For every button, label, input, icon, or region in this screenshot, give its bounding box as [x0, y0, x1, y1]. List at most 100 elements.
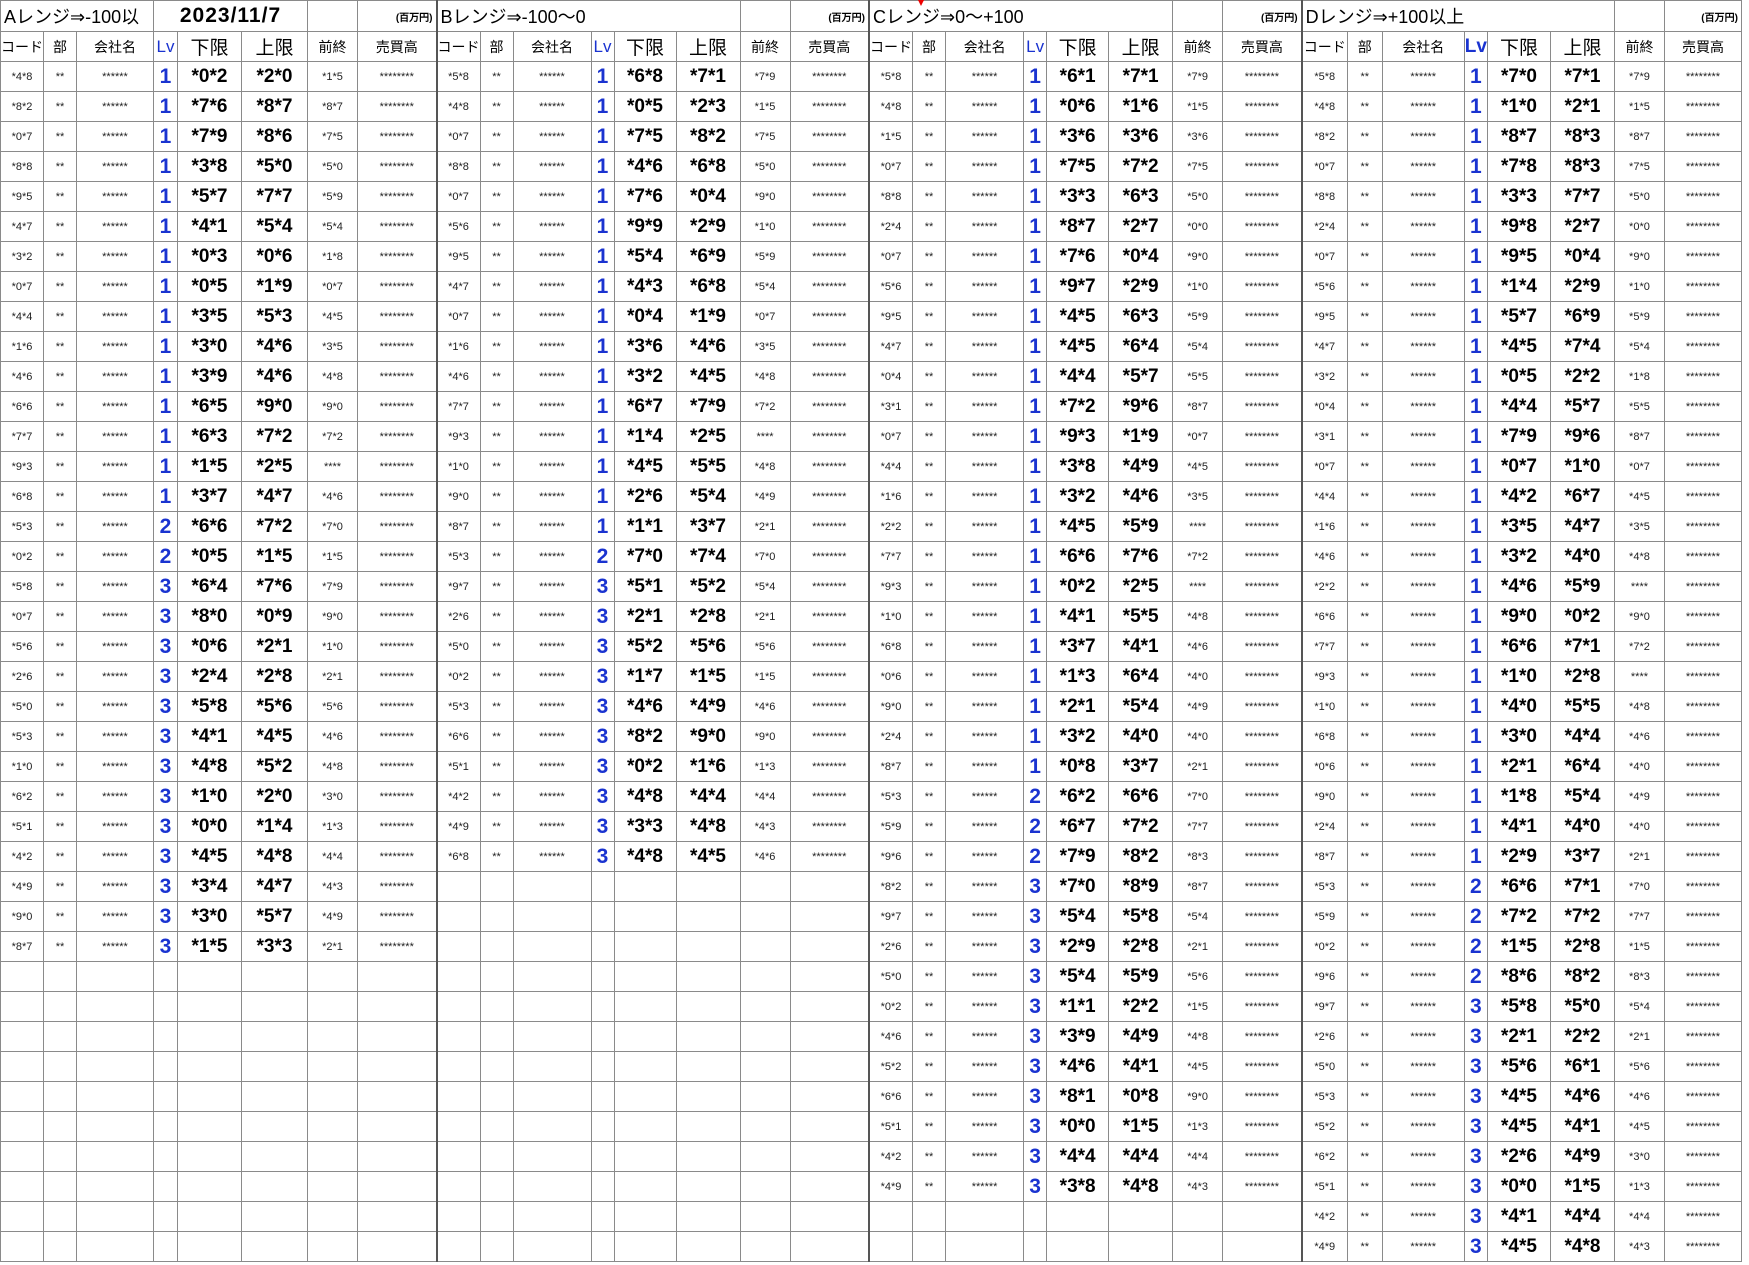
empty-cell[interactable] — [177, 1081, 242, 1112]
prev-cell[interactable]: *7*9 — [739, 61, 791, 92]
empty-cell[interactable] — [153, 1171, 178, 1202]
code-cell[interactable]: *5*0 — [868, 961, 914, 992]
code-cell[interactable]: *9*7 — [868, 901, 914, 932]
prev-cell[interactable]: *4*9 — [739, 481, 791, 512]
sales-cell[interactable]: ******** — [1663, 1081, 1742, 1112]
lv-cell[interactable]: 3 — [153, 931, 178, 962]
sales-cell[interactable]: ******** — [1663, 1051, 1742, 1082]
sales-cell[interactable]: ******** — [1663, 991, 1742, 1022]
name-cell[interactable]: ****** — [512, 631, 592, 662]
code-cell[interactable]: *0*7 — [1301, 451, 1348, 482]
lo-cell[interactable]: *4*4 — [1486, 391, 1551, 422]
empty-cell[interactable] — [590, 1021, 615, 1052]
prev-cell[interactable]: *8*7 — [307, 91, 358, 122]
lo-cell[interactable]: *7*0 — [613, 541, 677, 572]
lv-cell[interactable]: 1 — [590, 91, 615, 122]
hi-cell[interactable]: *3*7 — [1108, 751, 1174, 782]
name-cell[interactable]: ****** — [512, 331, 592, 362]
lv-cell[interactable]: 1 — [153, 331, 178, 362]
sales-cell[interactable]: ******** — [357, 631, 438, 662]
empty-cell[interactable] — [1172, 1231, 1224, 1262]
name-cell[interactable]: ****** — [945, 151, 1025, 182]
lv-cell[interactable]: 1 — [590, 451, 615, 482]
name-cell[interactable]: ****** — [512, 661, 592, 692]
bu-cell[interactable]: ** — [912, 451, 947, 482]
lo-cell[interactable]: *4*1 — [177, 211, 242, 242]
bu-cell[interactable]: ** — [912, 991, 947, 1022]
lv-cell[interactable]: 1 — [590, 181, 615, 212]
empty-cell[interactable] — [307, 1021, 358, 1052]
empty-cell[interactable] — [43, 1231, 77, 1262]
sales-cell[interactable]: ******** — [1663, 691, 1742, 722]
sales-cell[interactable]: ******** — [1663, 271, 1742, 302]
hi-cell[interactable]: *7*2 — [241, 511, 308, 542]
name-cell[interactable]: ****** — [512, 211, 592, 242]
empty-cell[interactable] — [357, 1081, 438, 1112]
lo-cell[interactable]: *0*2 — [1046, 571, 1110, 602]
code-cell[interactable]: *4*7 — [1301, 331, 1348, 362]
name-cell[interactable]: ****** — [945, 961, 1025, 992]
code-cell[interactable]: *2*4 — [868, 721, 914, 752]
lo-cell[interactable]: *7*2 — [1486, 901, 1551, 932]
empty-cell[interactable] — [675, 871, 741, 902]
code-cell[interactable]: *5*6 — [1301, 271, 1348, 302]
hi-cell[interactable]: *1*0 — [1549, 451, 1615, 482]
lv-cell[interactable]: 2 — [1023, 841, 1048, 872]
hi-cell[interactable]: *4*6 — [241, 361, 308, 392]
prev-cell[interactable]: *1*0 — [1613, 271, 1665, 302]
hi-cell[interactable]: *6*3 — [1108, 301, 1174, 332]
lo-cell[interactable]: *2*1 — [613, 601, 677, 632]
empty-cell[interactable] — [512, 1141, 592, 1172]
prev-cell[interactable]: *7*2 — [1613, 631, 1665, 662]
empty-cell[interactable] — [153, 1021, 178, 1052]
empty-cell[interactable] — [512, 991, 592, 1022]
hi-cell[interactable]: *0*2 — [1549, 601, 1615, 632]
sales-cell[interactable]: ******** — [1222, 121, 1303, 152]
bu-cell[interactable]: ** — [912, 1021, 947, 1052]
empty-cell[interactable] — [76, 1111, 154, 1142]
empty-cell[interactable] — [512, 961, 592, 992]
empty-cell[interactable] — [76, 1051, 154, 1082]
hi-cell[interactable]: *4*6 — [1108, 481, 1174, 512]
lo-cell[interactable]: *6*2 — [1046, 781, 1110, 812]
code-cell[interactable]: *4*8 — [0, 61, 44, 92]
bu-cell[interactable]: ** — [43, 91, 77, 122]
hi-cell[interactable]: *5*0 — [241, 151, 308, 182]
lo-cell[interactable]: *3*9 — [177, 361, 242, 392]
prev-cell[interactable]: *3*5 — [307, 331, 358, 362]
sales-cell[interactable]: ******** — [1663, 1141, 1742, 1172]
lv-cell[interactable]: 1 — [590, 151, 615, 182]
name-cell[interactable]: ****** — [1381, 811, 1465, 842]
prev-cell[interactable]: *4*5 — [1172, 451, 1224, 482]
lv-cell[interactable]: 1 — [153, 271, 178, 302]
empty-cell[interactable] — [177, 1201, 242, 1232]
empty-cell[interactable] — [43, 1111, 77, 1142]
sales-cell[interactable]: ******** — [1222, 751, 1303, 782]
lo-cell[interactable]: *4*5 — [1486, 331, 1551, 362]
lv-cell[interactable]: 1 — [1463, 751, 1488, 782]
lv-cell[interactable]: 1 — [590, 511, 615, 542]
lo-cell[interactable]: *3*2 — [1486, 541, 1551, 572]
lv-cell[interactable]: 3 — [1463, 1231, 1488, 1262]
bu-cell[interactable]: ** — [912, 781, 947, 812]
empty-cell[interactable] — [912, 1201, 947, 1232]
name-cell[interactable]: ****** — [945, 751, 1025, 782]
lv-cell[interactable]: 1 — [1463, 481, 1488, 512]
empty-cell[interactable] — [436, 1021, 481, 1052]
hi-cell[interactable]: *8*3 — [1549, 151, 1615, 182]
empty-cell[interactable] — [153, 1141, 178, 1172]
prev-cell[interactable]: **** — [739, 421, 791, 452]
name-cell[interactable]: ****** — [76, 931, 154, 962]
sales-cell[interactable]: ******** — [1663, 871, 1742, 902]
name-cell[interactable]: ****** — [76, 301, 154, 332]
code-cell[interactable]: *5*1 — [436, 751, 481, 782]
hi-cell[interactable]: *7*2 — [1549, 901, 1615, 932]
code-cell[interactable]: *0*7 — [868, 151, 914, 182]
name-cell[interactable]: ****** — [76, 631, 154, 662]
header-lo[interactable]: 下限 — [177, 31, 242, 62]
sales-cell[interactable]: ******** — [1222, 331, 1303, 362]
hi-cell[interactable]: *4*4 — [675, 781, 741, 812]
prev-cell[interactable]: *7*0 — [307, 511, 358, 542]
lo-cell[interactable]: *4*5 — [1486, 1111, 1551, 1142]
empty-cell[interactable] — [675, 1081, 741, 1112]
